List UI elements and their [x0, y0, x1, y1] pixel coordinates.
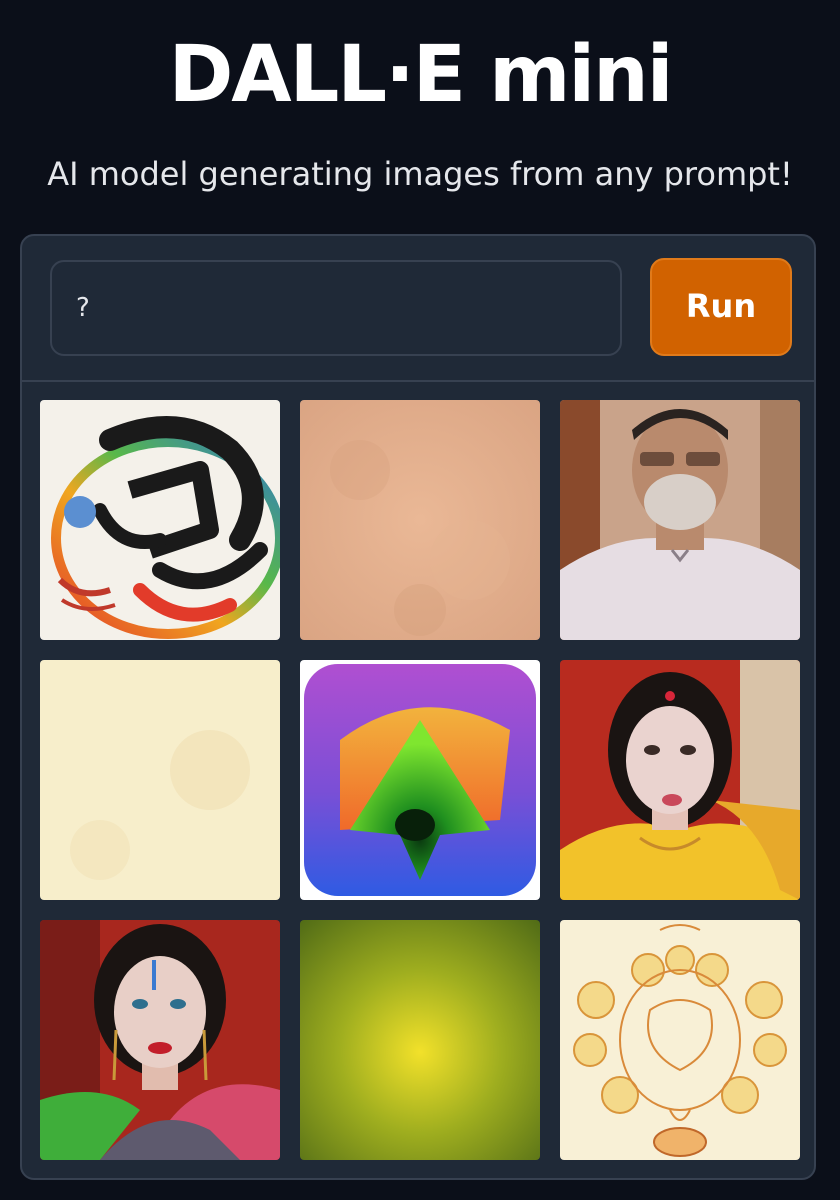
- gallery-image-1[interactable]: [40, 400, 280, 640]
- gallery-image-3[interactable]: [560, 400, 800, 640]
- abstract-calligraphy-image: [40, 400, 280, 640]
- gallery-image-2[interactable]: [300, 400, 540, 640]
- green-gradient-image: [300, 920, 540, 1160]
- gallery-image-6[interactable]: [560, 660, 800, 900]
- gallery-image-9[interactable]: [560, 920, 800, 1160]
- woman-portrait-image: [40, 920, 280, 1160]
- ornament-drawing-image: [560, 920, 800, 1160]
- prompt-input[interactable]: ?: [50, 260, 622, 356]
- panel-divider: [22, 380, 814, 382]
- gallery-image-8[interactable]: [300, 920, 540, 1160]
- app-subtitle: AI model generating images from any prom…: [47, 155, 793, 193]
- gallery-image-5[interactable]: [300, 660, 540, 900]
- woman-saree-portrait-image: [560, 660, 800, 900]
- gallery-image-7[interactable]: [40, 920, 280, 1160]
- gradient-icon-image: [300, 660, 540, 900]
- peach-texture-image: [300, 400, 540, 640]
- run-button[interactable]: Run: [650, 258, 792, 356]
- app-title: DALL·E mini: [168, 30, 674, 120]
- generator-panel: ? Run: [20, 234, 816, 1180]
- cream-paper-image: [40, 660, 280, 900]
- man-portrait-image: [560, 400, 800, 640]
- gallery-image-4[interactable]: [40, 660, 280, 900]
